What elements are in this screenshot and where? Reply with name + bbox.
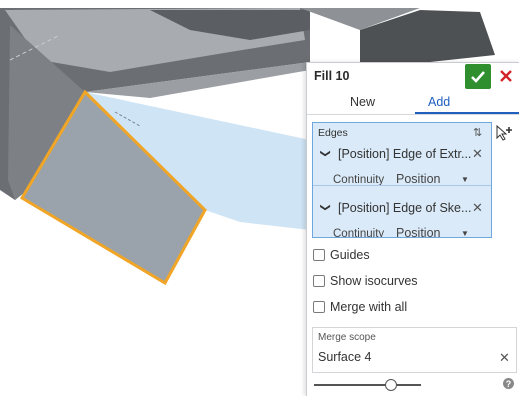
caret-down-icon[interactable]: ▼ (461, 229, 469, 237)
sort-icon[interactable]: ⇅ (473, 126, 482, 139)
help-icon[interactable]: ? (503, 378, 514, 389)
active-tab-indicator (415, 112, 519, 114)
checkbox-box[interactable] (313, 301, 325, 313)
accept-button[interactable] (465, 64, 491, 89)
show-isocurves-label: Show isocurves (330, 274, 418, 288)
guides-checkbox[interactable]: Guides (313, 246, 370, 264)
remove-edge-icon[interactable]: ✕ (472, 200, 483, 216)
tab-new[interactable]: New (350, 95, 375, 109)
cancel-button[interactable] (496, 65, 516, 87)
tab-add[interactable]: Add (428, 95, 450, 109)
chevron-down-icon[interactable]: ❯ (320, 149, 331, 157)
continuity-select[interactable]: Position (396, 226, 440, 237)
slider-track[interactable] (314, 384, 421, 386)
chevron-down-icon[interactable]: ❯ (320, 203, 331, 211)
slider-handle[interactable] (385, 379, 398, 391)
checkbox-box[interactable] (313, 275, 325, 287)
tab-bar: New Add (307, 90, 519, 115)
edge-item[interactable]: ❯ [Position] Edge of Extr... ✕ (317, 145, 489, 165)
show-isocurves-checkbox[interactable]: Show isocurves (313, 272, 418, 290)
guides-label: Guides (330, 248, 370, 262)
clear-merge-scope-icon[interactable]: ✕ (499, 350, 510, 366)
feature-dialog: Fill 10 New Add Edges ⇅ ❯ [Position] Edg… (306, 62, 519, 396)
remove-edge-icon[interactable]: ✕ (472, 146, 483, 162)
edge-item-label: [Position] Edge of Extr... (338, 147, 472, 161)
caret-down-icon[interactable]: ▼ (461, 175, 469, 184)
checkmark-icon (471, 70, 485, 83)
merge-with-all-label: Merge with all (330, 300, 408, 314)
edges-label: Edges (318, 127, 348, 139)
dialog-title: Fill 10 (314, 69, 350, 83)
merge-scope-field[interactable]: Merge scope Surface 4 ✕ (312, 327, 517, 373)
edge-separator (313, 185, 491, 186)
close-icon (500, 70, 512, 82)
merge-scope-label: Merge scope (318, 332, 376, 343)
continuity-label: Continuity (333, 228, 385, 238)
edge-item-label: [Position] Edge of Ske... (338, 201, 472, 215)
continuity-select[interactable]: Position (396, 172, 440, 186)
add-selection-cursor-icon[interactable] (495, 124, 515, 144)
merge-scope-value: Surface 4 (318, 350, 372, 364)
edge-item[interactable]: ❯ [Position] Edge of Ske... ✕ (317, 199, 489, 219)
edges-selection-list[interactable]: Edges ⇅ ❯ [Position] Edge of Extr... ✕ C… (312, 122, 492, 238)
dialog-header: Fill 10 (307, 63, 519, 89)
checkbox-box[interactable] (313, 249, 325, 261)
merge-with-all-checkbox[interactable]: Merge with all (313, 298, 407, 316)
